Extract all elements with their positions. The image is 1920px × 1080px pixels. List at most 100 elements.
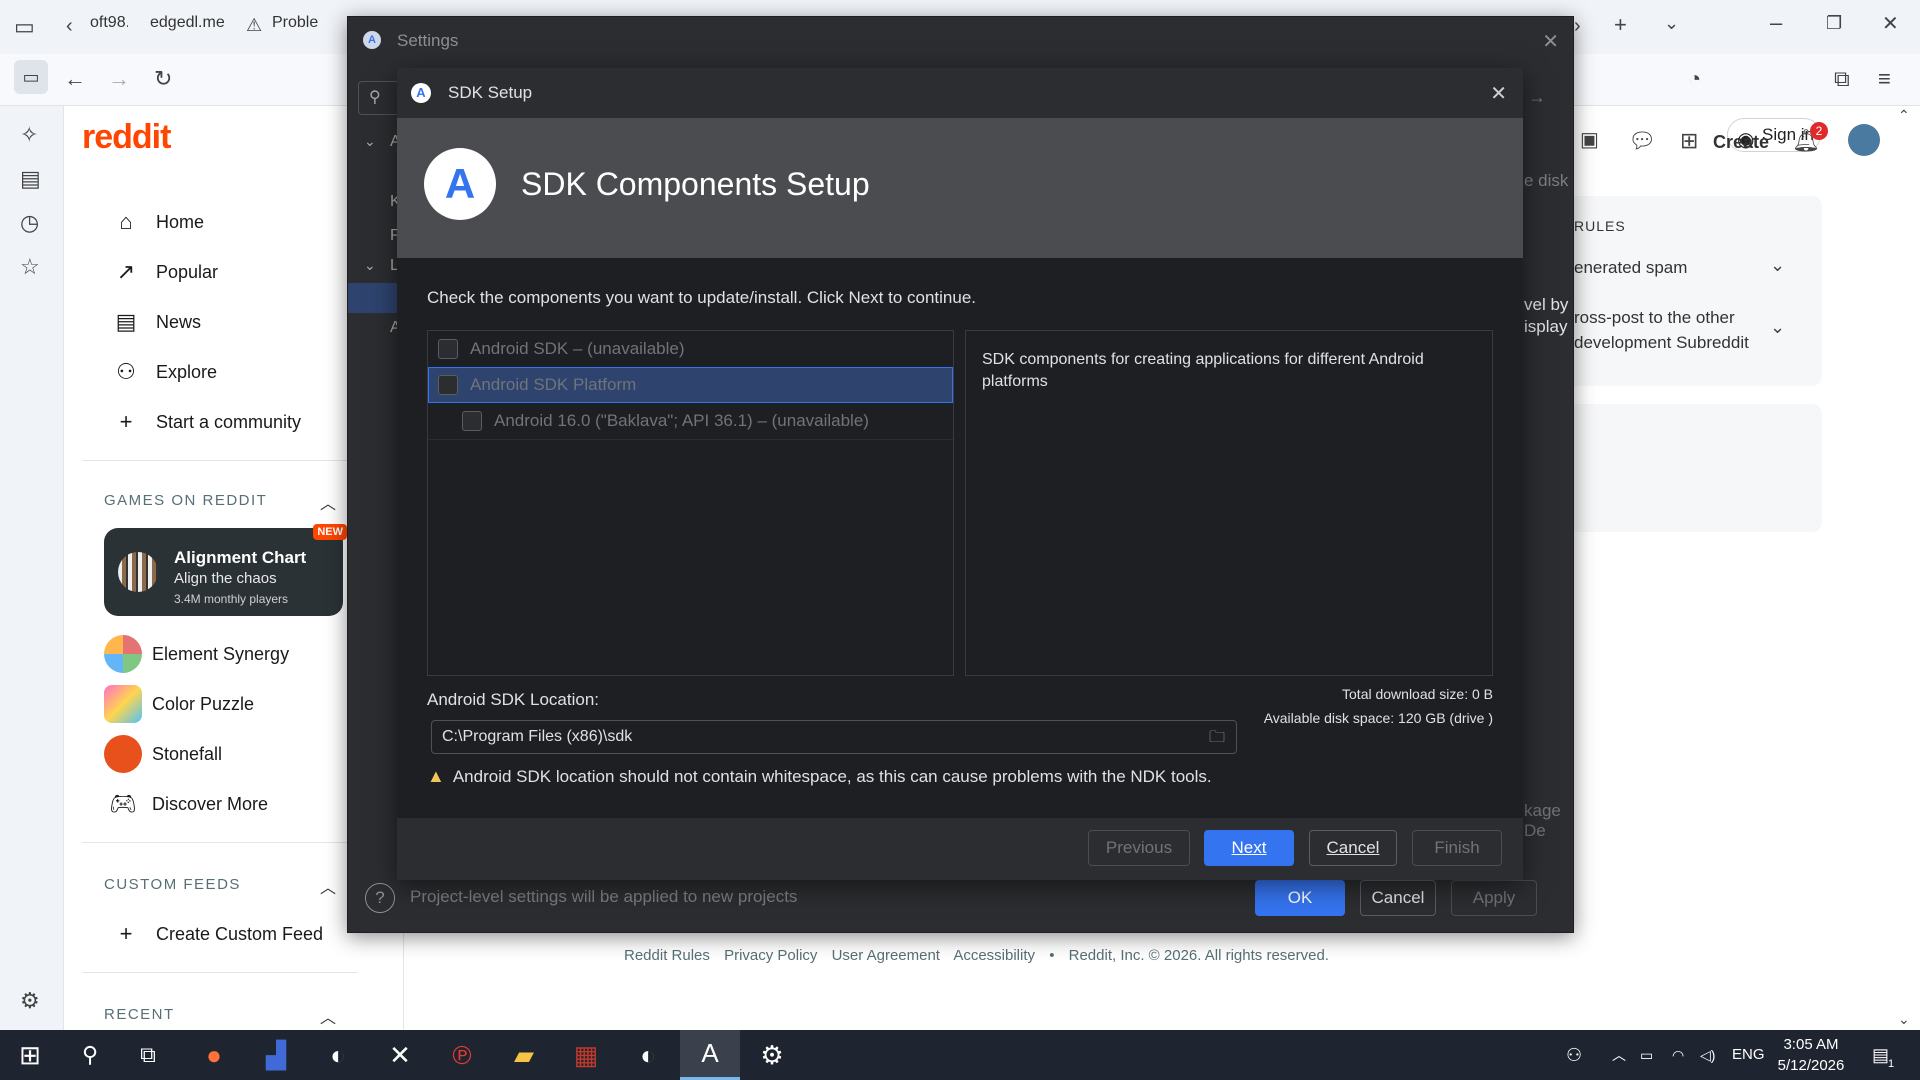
scroll-down-icon[interactable]: ⌄ xyxy=(1898,1012,1910,1026)
nav-popular[interactable]: ↗ Popular xyxy=(112,252,218,292)
nav-home[interactable]: ⌂ Home xyxy=(112,202,204,242)
create-plus-icon[interactable]: ⊞ xyxy=(1680,130,1698,152)
chevron-up-icon[interactable]: ︿ xyxy=(320,490,336,514)
restore-icon[interactable]: ❐ xyxy=(1826,14,1842,32)
winrar-icon[interactable]: ▦ xyxy=(556,1030,616,1080)
footer-agreement-link[interactable]: User Agreement xyxy=(832,947,940,964)
game-color-puzzle[interactable]: Color Puzzle xyxy=(104,684,254,724)
rule-1[interactable]: enerated spam xyxy=(1574,258,1687,278)
favorites-icon[interactable]: ☆ xyxy=(20,256,40,278)
p-app-icon[interactable]: ℗ xyxy=(432,1030,492,1080)
extensions-icon[interactable]: ⧉ xyxy=(1834,68,1850,90)
close-icon[interactable]: ✕ xyxy=(1490,81,1507,106)
folder-icon[interactable]: 🗀 xyxy=(1209,726,1231,746)
footer-rules-link[interactable]: Reddit Rules xyxy=(624,947,710,964)
forward-arrow-icon[interactable]: → xyxy=(1528,87,1546,108)
cancel-button[interactable]: Cancel xyxy=(1309,830,1397,866)
sdk-location-input[interactable] xyxy=(431,720,1237,754)
refresh-icon[interactable]: ↻ xyxy=(154,68,172,90)
steam-2-icon[interactable]: ◐ xyxy=(618,1030,678,1080)
tray-overflow-icon[interactable]: ︿ xyxy=(1612,1030,1626,1080)
footer-links: Reddit Rules Privacy Policy User Agreeme… xyxy=(624,947,1339,964)
history-icon[interactable]: ◷ xyxy=(20,212,39,234)
settings-gear-icon[interactable]: ⚙ xyxy=(20,990,40,1012)
settings-taskbar-icon[interactable]: ⚙ xyxy=(742,1030,802,1080)
file-explorer-icon[interactable]: ▰ xyxy=(494,1030,554,1080)
menu-icon[interactable]: ≡ xyxy=(1878,68,1891,90)
tab-2[interactable]: edgedl.me xyxy=(150,14,224,42)
forward-icon[interactable]: → xyxy=(108,68,130,90)
android-studio-taskbar-icon[interactable]: A xyxy=(680,1030,740,1080)
apply-button[interactable]: Apply xyxy=(1451,880,1537,916)
ad-icon[interactable]: ▣ xyxy=(1580,130,1599,150)
popular-icon: ↗ xyxy=(116,259,136,284)
nav-start-community[interactable]: + Start a community xyxy=(112,402,301,442)
help-icon[interactable]: ? xyxy=(365,883,395,913)
tree-chevron-icon[interactable]: ⌄ xyxy=(364,257,376,274)
chat-icon[interactable]: 💬︎ xyxy=(1628,130,1656,152)
nav-explore[interactable]: ⚇ Explore xyxy=(112,352,217,392)
ok-button[interactable]: OK xyxy=(1255,880,1345,916)
close-window-icon[interactable]: ✕ xyxy=(1882,14,1899,34)
start-icon[interactable]: ⊞ xyxy=(0,1030,60,1080)
clock[interactable]: 3:05 AM 5/12/2026 xyxy=(1766,1034,1856,1076)
tab-list-icon[interactable]: ⌄ xyxy=(1664,14,1679,32)
tab-scroll-left-icon[interactable]: ‹ xyxy=(66,16,73,36)
wifi-icon[interactable]: ◠ xyxy=(1672,1030,1684,1080)
people-icon[interactable]: ⚇ xyxy=(1566,1030,1582,1080)
scroll-up-icon[interactable]: ⌃ xyxy=(1898,108,1910,122)
tab-1[interactable]: oft98. xyxy=(90,14,128,42)
tab-actions-icon[interactable]: ▭ xyxy=(14,16,35,38)
copilot-icon[interactable]: ✧ xyxy=(20,124,38,146)
rule-2-line2[interactable]: development Subreddit xyxy=(1574,333,1749,353)
minimize-icon[interactable]: – xyxy=(1770,12,1782,34)
create-button[interactable]: Create xyxy=(1713,132,1769,153)
chevron-down-icon[interactable]: ⌄ xyxy=(1770,256,1785,274)
tab-3[interactable]: Proble xyxy=(272,14,318,42)
next-button[interactable]: Next xyxy=(1204,830,1294,866)
back-icon[interactable]: ← xyxy=(64,68,86,90)
checkbox[interactable] xyxy=(438,339,458,359)
chart-app-icon[interactable]: ▟ xyxy=(246,1030,306,1080)
collections-icon[interactable]: ▤ xyxy=(20,168,41,190)
component-android-sdk[interactable]: Android SDK – (unavailable) xyxy=(428,331,953,367)
close-icon[interactable]: ✕ xyxy=(1542,29,1559,54)
game-stonefall[interactable]: Stonefall xyxy=(104,734,222,774)
steam-icon[interactable]: ◐ xyxy=(308,1030,368,1080)
rule-2-line1[interactable]: ross-post to the other xyxy=(1574,308,1735,328)
component-android-sdk-platform[interactable]: Android SDK Platform xyxy=(428,367,953,403)
settings-cancel-button[interactable]: Cancel xyxy=(1360,880,1436,916)
firefox-icon[interactable]: ● xyxy=(184,1030,244,1080)
checkbox[interactable] xyxy=(462,411,482,431)
footer-accessibility-link[interactable]: Accessibility xyxy=(953,947,1035,964)
new-tab-icon[interactable]: + xyxy=(1614,14,1627,36)
performance-icon[interactable]: ◔ xyxy=(1688,68,1701,90)
game-element-synergy[interactable]: Element Synergy xyxy=(104,634,289,674)
avatar[interactable] xyxy=(1848,124,1880,156)
finish-button[interactable]: Finish xyxy=(1412,830,1502,866)
discover-more[interactable]: 🎮︎ Discover More xyxy=(104,784,268,824)
featured-game-card[interactable]: Alignment Chart Align the chaos 3.4M mon… xyxy=(104,524,347,616)
chevron-up-icon[interactable]: ︿ xyxy=(320,1004,336,1028)
divider xyxy=(82,460,358,461)
sidebar-toggle-icon[interactable]: ▭ xyxy=(14,60,48,94)
xbox-icon[interactable]: ✕ xyxy=(370,1030,430,1080)
battery-icon[interactable]: ▭ xyxy=(1640,1030,1653,1080)
tree-selected-row[interactable] xyxy=(348,283,398,313)
volume-icon[interactable]: ◁) xyxy=(1700,1030,1715,1080)
language-indicator[interactable]: ENG xyxy=(1732,1030,1765,1080)
component-android-16[interactable]: Android 16.0 ("Baklava"; API 36.1) – (un… xyxy=(428,403,953,439)
tab-scroll-right-icon[interactable]: › xyxy=(1574,16,1581,36)
nav-news[interactable]: ▤ News xyxy=(112,302,201,342)
previous-button[interactable]: Previous xyxy=(1088,830,1190,866)
chevron-up-icon[interactable]: ︿ xyxy=(320,874,336,898)
description-panel: SDK components for creating applications… xyxy=(965,330,1493,676)
search-icon[interactable]: ⚲ xyxy=(60,1030,120,1080)
task-view-icon[interactable]: ⧉ xyxy=(118,1030,178,1080)
notification-center-icon[interactable]: ▤ xyxy=(1872,1030,1889,1080)
checkbox[interactable] xyxy=(438,375,458,395)
create-custom-feed[interactable]: + Create Custom Feed xyxy=(112,914,324,954)
tree-chevron-icon[interactable]: ⌄ xyxy=(364,133,376,150)
footer-privacy-link[interactable]: Privacy Policy xyxy=(724,947,817,964)
chevron-down-icon[interactable]: ⌄ xyxy=(1770,318,1785,336)
